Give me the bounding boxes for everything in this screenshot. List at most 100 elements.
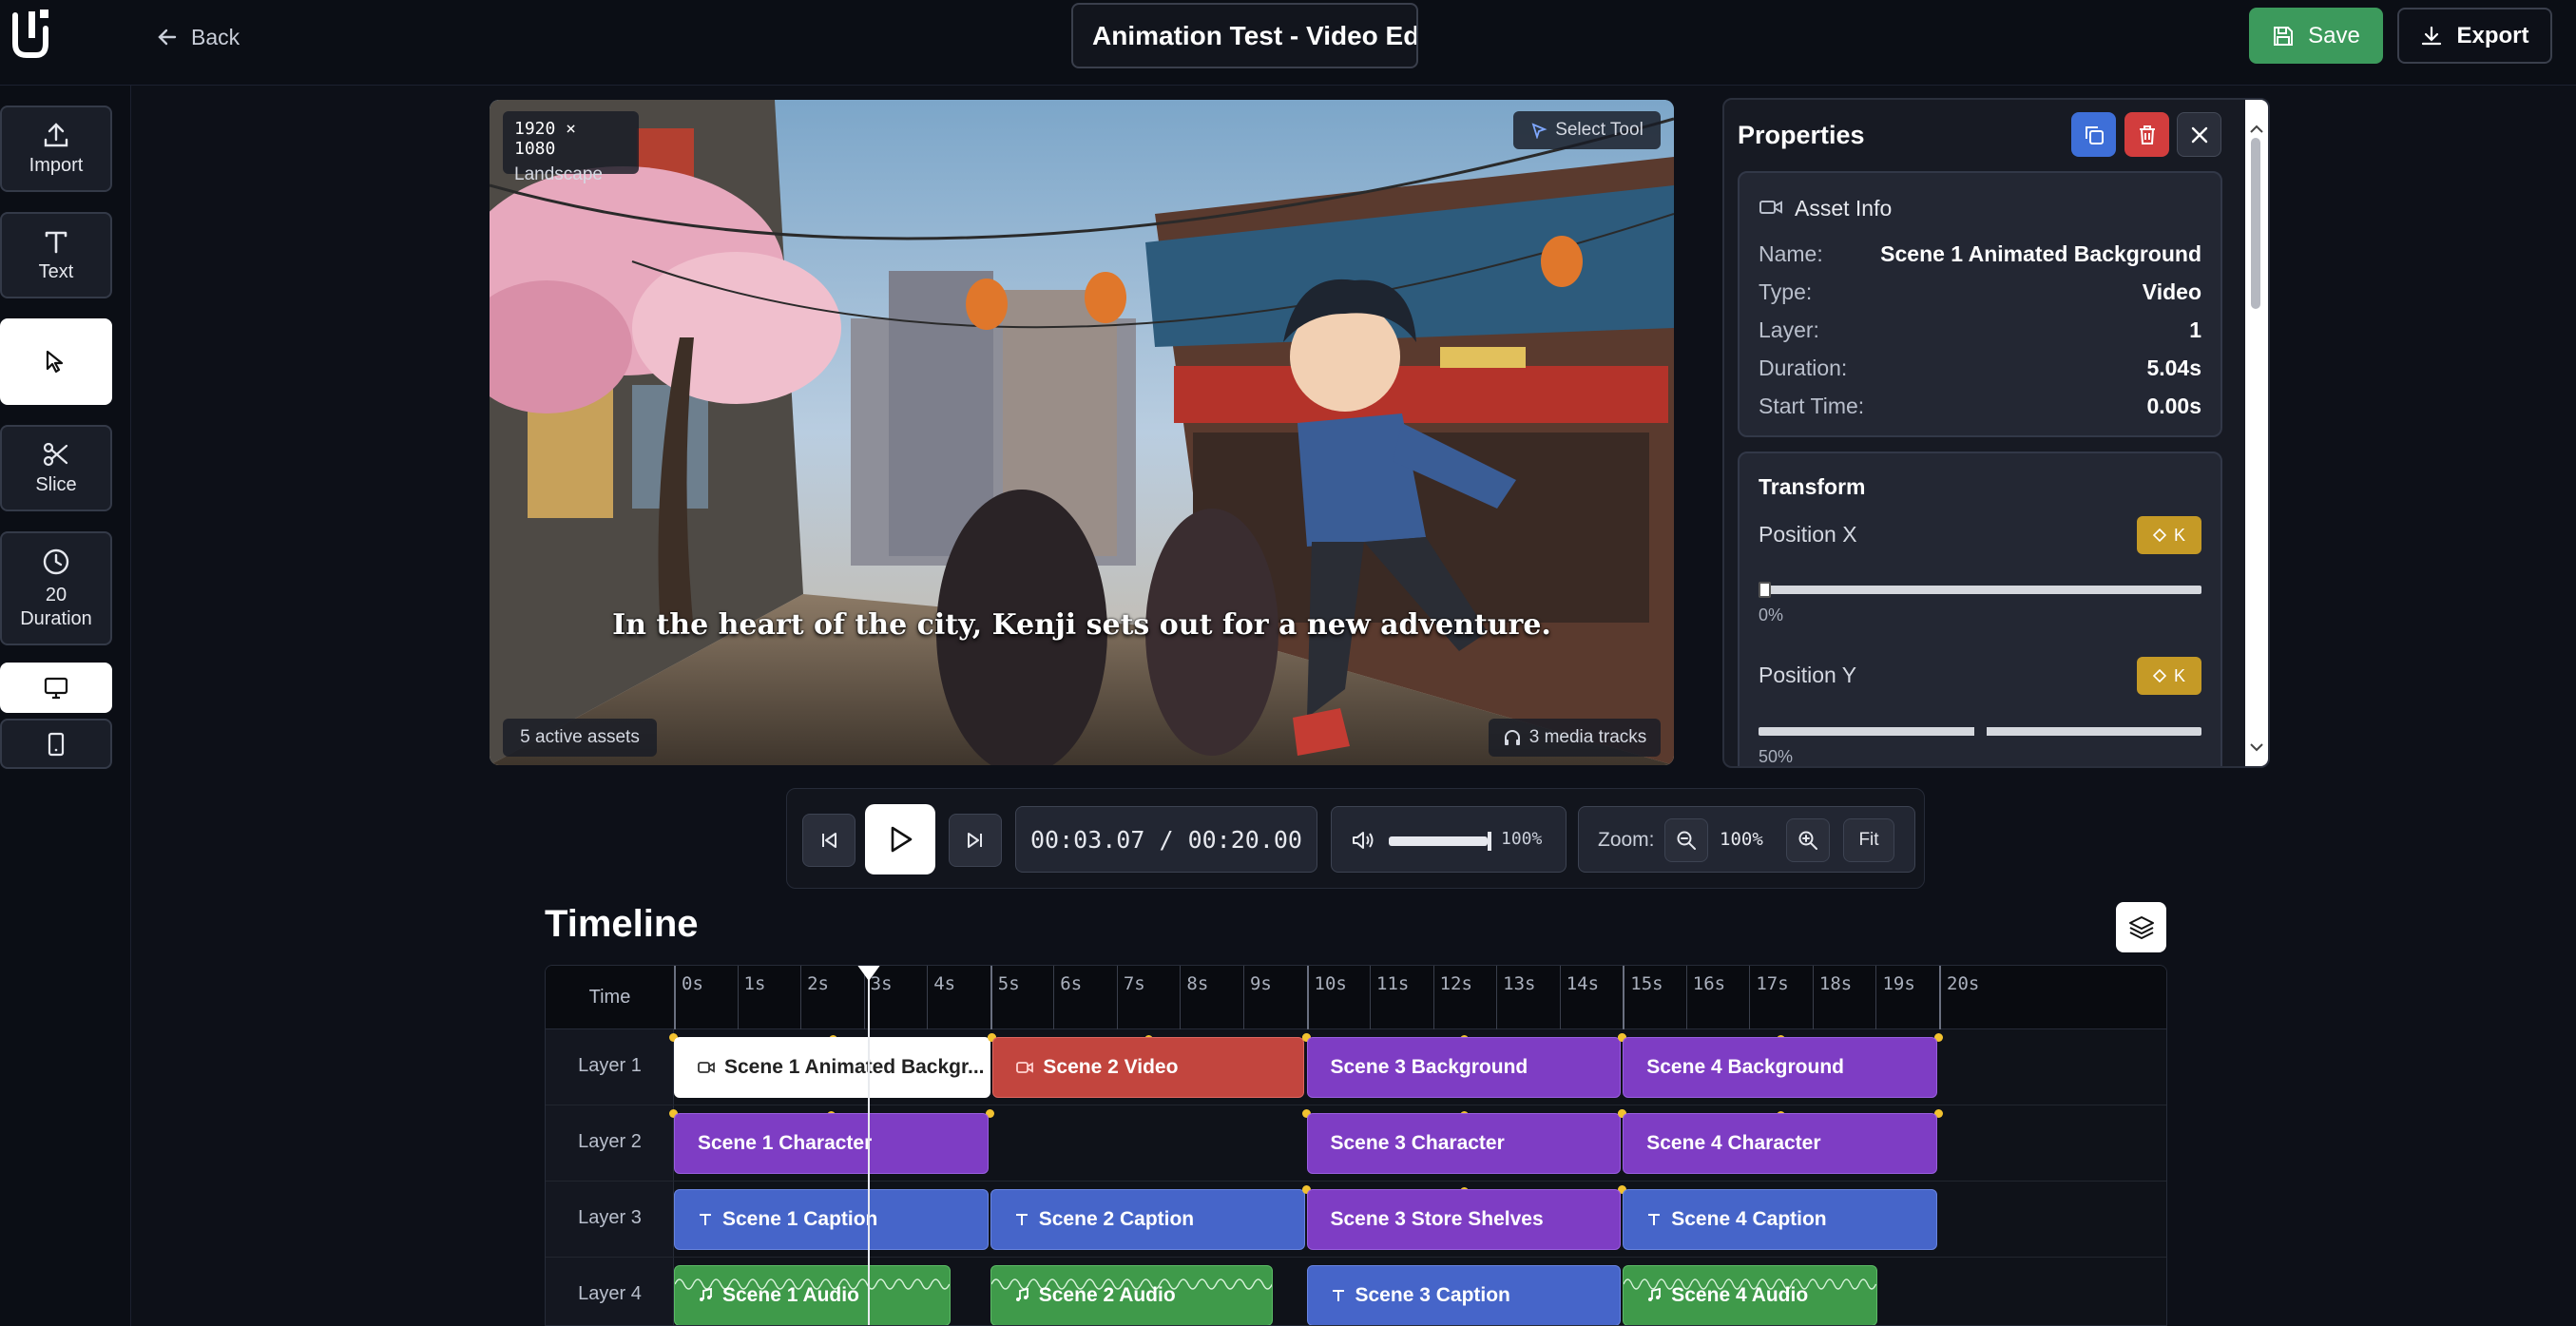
time-header: Time: [588, 987, 631, 1008]
scrollbar-thumb[interactable]: [2251, 138, 2260, 309]
resolution-value: 1920 × 1080: [514, 119, 577, 159]
volume-slider[interactable]: [1389, 836, 1488, 846]
close-panel-button[interactable]: [2177, 112, 2221, 157]
time-tick: 17s: [1749, 966, 1789, 1029]
video-icon: [1759, 201, 1782, 214]
scene-illustration: [490, 100, 1674, 765]
timeline-clip[interactable]: Scene 1 Animated Backgr...: [674, 1037, 991, 1098]
timeline-clip[interactable]: Scene 2 Video: [992, 1037, 1305, 1098]
time-tick: 11s: [1370, 966, 1409, 1029]
position-x-slider[interactable]: [1759, 582, 2201, 598]
close-icon: [2191, 126, 2207, 143]
volume-slider-fill: [1389, 836, 1488, 846]
save-button[interactable]: Save: [2249, 8, 2383, 64]
position-y-slider-thumb[interactable]: [1973, 723, 1987, 740]
clip-label: Scene 4 Background: [1646, 1056, 1844, 1078]
duplicate-button[interactable]: [2071, 112, 2116, 157]
smartphone-icon: [48, 732, 65, 756]
mobile-aspect-button[interactable]: [0, 719, 112, 769]
text-icon: [1646, 1212, 1662, 1227]
timeline-clip[interactable]: Scene 4 Character: [1623, 1113, 1937, 1174]
zoom-fit-button[interactable]: Fit: [1843, 818, 1894, 862]
time-tick: 13s: [1496, 966, 1535, 1029]
position-x-keyframe-button[interactable]: K: [2137, 516, 2201, 554]
video-preview-canvas[interactable]: 1920 × 1080 Landscape Select Tool In the…: [490, 100, 1674, 765]
playhead-handle[interactable]: [856, 966, 882, 981]
timeline-clip[interactable]: Scene 3 Character: [1306, 1113, 1622, 1174]
time-tick: 18s: [1812, 966, 1852, 1029]
text-tool-button[interactable]: Text: [0, 212, 112, 298]
desktop-aspect-button[interactable]: [0, 663, 112, 713]
text-icon: [1015, 1214, 1028, 1225]
timeline-clip[interactable]: Scene 4 Background: [1623, 1037, 1937, 1098]
time-ruler[interactable]: Time 0s 1s 2s 3s 4s 5s 6s 7s 8s 9s 10s 11s 12s 13s 14s…: [546, 966, 2166, 1029]
time-tick: 1s: [737, 966, 765, 1029]
cursor-icon: [46, 350, 64, 373]
cursor-icon: [1531, 123, 1548, 139]
clip-label: Scene 2 Video: [1043, 1056, 1179, 1078]
media-tracks-badge: 3 media tracks: [1489, 719, 1661, 757]
timeline-clip[interactable]: Scene 1 Audio: [674, 1265, 951, 1325]
volume-control: 100%: [1331, 806, 1567, 873]
import-tool-button[interactable]: Import: [0, 106, 112, 192]
slice-tool-button[interactable]: Slice: [0, 425, 112, 511]
transform-card: Transform Position X K 0% Position Y K 5…: [1738, 452, 2222, 766]
time-tick: 2s: [800, 966, 829, 1029]
zoom-out-button[interactable]: [1664, 818, 1708, 862]
back-button[interactable]: Back: [157, 21, 240, 53]
clip-label: Scene 1 Animated Backgr...: [724, 1056, 985, 1078]
music-icon: [1648, 1288, 1662, 1301]
timeline-clip[interactable]: Scene 3 Store Shelves: [1306, 1189, 1622, 1250]
skip-forward-icon: [968, 833, 982, 848]
scissors-icon: [43, 442, 68, 467]
volume-icon[interactable]: [1351, 830, 1375, 851]
time-tick: 14s: [1559, 966, 1599, 1029]
clip-label: Scene 3 Background: [1330, 1056, 1528, 1078]
play-button[interactable]: [865, 804, 935, 874]
time-tick: 4s: [927, 966, 955, 1029]
properties-title: Properties: [1738, 121, 1865, 149]
properties-scrollbar[interactable]: [2245, 100, 2268, 766]
skip-back-button[interactable]: [802, 814, 855, 867]
text-icon: [1332, 1290, 1344, 1301]
caption-overlay: In the heart of the city, Kenji sets out…: [612, 608, 1551, 642]
time-tick: 5s: [990, 966, 1020, 1029]
playhead[interactable]: [856, 966, 882, 1325]
project-title-input[interactable]: Animation Test - Video Editor: [1071, 3, 1418, 68]
timeline-clip[interactable]: Scene 3 Background: [1306, 1037, 1622, 1098]
position-y-keyframe-button[interactable]: K: [2137, 657, 2201, 695]
top-bar: Back Animation Test - Video Editor Save …: [0, 0, 2576, 86]
timeline-clip[interactable]: Scene 3 Caption: [1306, 1265, 1622, 1325]
duration-tool-button[interactable]: 20 Duration: [0, 531, 112, 645]
zoom-in-icon: [1798, 831, 1817, 850]
position-x-label: Position X: [1759, 522, 1857, 547]
timeline-clip[interactable]: Scene 4 Audio: [1623, 1265, 1877, 1325]
timeline-clip[interactable]: Scene 4 Caption: [1623, 1189, 1937, 1250]
export-button[interactable]: Export: [2397, 8, 2552, 64]
volume-slider-thumb[interactable]: [1488, 832, 1491, 851]
zoom-value: 100%: [1720, 829, 1763, 850]
clip-label: Scene 3 Caption: [1355, 1284, 1510, 1306]
music-icon: [1646, 1288, 1662, 1303]
delete-button[interactable]: [2124, 112, 2169, 157]
time-tick: 15s: [1623, 966, 1663, 1029]
select-tool-button[interactable]: [0, 318, 112, 405]
timeline-clip[interactable]: Scene 1 Character: [674, 1113, 989, 1174]
timeline-clip[interactable]: Scene 1 Caption: [674, 1189, 989, 1250]
timeline-clip[interactable]: Scene 2 Caption: [990, 1189, 1305, 1250]
position-x-slider-thumb[interactable]: [1759, 582, 1771, 598]
save-icon: [2274, 26, 2294, 46]
timeline-panel[interactable]: Time 0s 1s 2s 3s 4s 5s 6s 7s 8s 9s 10s 11s 12s 13s 14s…: [545, 965, 2167, 1326]
player-controls: 00:03.07 / 00:20.00 100% Zoom: 100% Fit: [786, 788, 1925, 889]
type-label: Type:: [1759, 279, 1813, 304]
select-tool-label: Select Tool: [1555, 120, 1644, 140]
clip-label: Scene 1 Caption: [722, 1208, 878, 1230]
zoom-in-button[interactable]: [1786, 818, 1830, 862]
position-y-slider[interactable]: [1759, 723, 2201, 740]
time-tick: 8s: [1180, 966, 1208, 1029]
text-icon: [700, 1214, 711, 1225]
timeline-clip[interactable]: Scene 2 Audio: [990, 1265, 1274, 1325]
position-y-value: 50%: [1759, 747, 1794, 766]
layers-toggle-button[interactable]: [2116, 902, 2166, 952]
skip-forward-button[interactable]: [949, 814, 1002, 867]
